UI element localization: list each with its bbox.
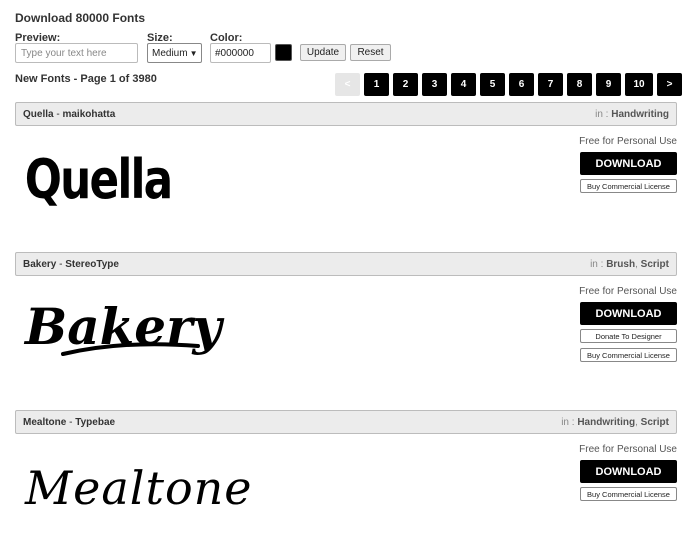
font-designer-link[interactable]: Typebae xyxy=(75,417,115,428)
pagination-page-button[interactable]: 3 xyxy=(422,73,447,96)
font-listing-quella: Quella - maikohatta in : Handwriting Fre… xyxy=(15,102,677,212)
font-header: Mealtone - Typebae in : Handwriting, Scr… xyxy=(15,410,677,434)
font-designer-link[interactable]: StereoType xyxy=(65,259,119,270)
category-link[interactable]: Handwriting xyxy=(611,109,669,120)
font-header: Quella - maikohatta in : Handwriting xyxy=(15,102,677,126)
pagination-next-button[interactable]: > xyxy=(657,73,682,96)
font-preview-image[interactable]: Bakery xyxy=(23,284,323,369)
font-name-link[interactable]: Quella xyxy=(23,109,54,120)
pagination-prev-button[interactable]: < xyxy=(335,73,360,96)
font-preview-image[interactable]: Mealtone xyxy=(23,442,323,527)
license-note: Free for Personal Use xyxy=(579,136,677,147)
category-link[interactable]: Script xyxy=(641,259,669,270)
category-link[interactable]: Handwriting xyxy=(577,417,635,428)
font-preview-image[interactable]: Quella xyxy=(23,134,323,214)
font-separator: - xyxy=(66,416,76,428)
color-swatch[interactable] xyxy=(275,44,292,61)
listing-heading: New Fonts - Page 1 of 3980 xyxy=(15,73,157,85)
pagination-page-button[interactable]: 2 xyxy=(393,73,418,96)
pagination-page-button[interactable]: 7 xyxy=(538,73,563,96)
pagination: < 1 2 3 4 5 6 7 8 9 10 > xyxy=(335,73,682,96)
category-link[interactable]: Brush xyxy=(606,259,635,270)
font-name-link[interactable]: Bakery xyxy=(23,259,56,270)
color-hex-input[interactable] xyxy=(210,43,271,63)
pagination-page-button[interactable]: 6 xyxy=(509,73,534,96)
category-link[interactable]: Script xyxy=(641,417,669,428)
font-designer-link[interactable]: maikohatta xyxy=(62,109,115,120)
license-note: Free for Personal Use xyxy=(579,286,677,297)
download-button[interactable]: DOWNLOAD xyxy=(580,302,677,325)
pagination-page-button[interactable]: 4 xyxy=(451,73,476,96)
update-button[interactable]: Update xyxy=(300,44,346,61)
page-title: Download 80000 Fonts xyxy=(15,11,146,25)
download-button[interactable]: DOWNLOAD xyxy=(580,152,677,175)
font-preview-text: Mealtone xyxy=(24,461,253,515)
pagination-page-button[interactable]: 9 xyxy=(596,73,621,96)
font-separator: - xyxy=(56,258,66,270)
category-prefix: in : xyxy=(595,108,612,120)
pagination-page-button[interactable]: 8 xyxy=(567,73,592,96)
pagination-page-button[interactable]: 1 xyxy=(364,73,389,96)
font-header: Bakery - StereoType in : Brush, Script xyxy=(15,252,677,276)
category-prefix: in : xyxy=(590,258,607,270)
chevron-down-icon: ▼ xyxy=(189,48,198,58)
font-listing-mealtone: Mealtone - Typebae in : Handwriting, Scr… xyxy=(15,410,677,540)
category-prefix: in : xyxy=(561,416,578,428)
size-select[interactable]: Medium ▼ xyxy=(147,43,202,63)
size-select-value: Medium xyxy=(152,47,188,59)
buy-commercial-license-button[interactable]: Buy Commercial License xyxy=(580,348,677,362)
pagination-page-button[interactable]: 5 xyxy=(480,73,505,96)
buy-commercial-license-button[interactable]: Buy Commercial License xyxy=(580,179,677,193)
font-preview-text: Quella xyxy=(25,149,172,212)
pagination-page-button[interactable]: 10 xyxy=(625,73,653,96)
buy-commercial-license-button[interactable]: Buy Commercial License xyxy=(580,487,677,501)
font-name-link[interactable]: Mealtone xyxy=(23,417,66,428)
donate-to-designer-button[interactable]: Donate To Designer xyxy=(580,329,677,343)
reset-button[interactable]: Reset xyxy=(350,44,391,61)
download-button[interactable]: DOWNLOAD xyxy=(580,460,677,483)
license-note: Free for Personal Use xyxy=(579,444,677,455)
font-listing-bakery: Bakery - StereoType in : Brush, Script F… xyxy=(15,252,677,382)
preview-text-input[interactable] xyxy=(15,43,138,63)
